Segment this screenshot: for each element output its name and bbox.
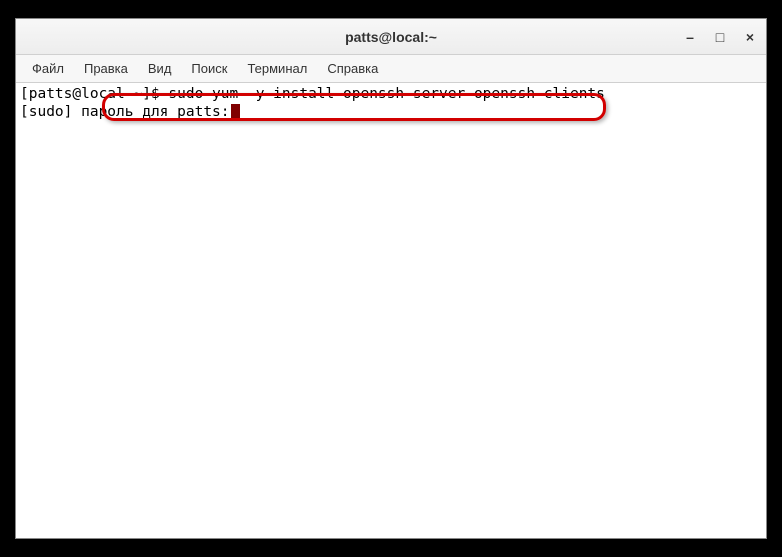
close-button[interactable]: ×: [742, 29, 758, 45]
menu-help[interactable]: Справка: [319, 57, 386, 80]
terminal-line-2: [sudo] пароль для patts:: [20, 103, 762, 121]
menu-view[interactable]: Вид: [140, 57, 180, 80]
menubar: Файл Правка Вид Поиск Терминал Справка: [16, 55, 766, 83]
menu-file[interactable]: Файл: [24, 57, 72, 80]
menu-search[interactable]: Поиск: [183, 57, 235, 80]
minimize-button[interactable]: –: [682, 29, 698, 45]
terminal-body[interactable]: [patts@local ~]$ sudo yum -y install ope…: [16, 83, 766, 538]
maximize-button[interactable]: □: [712, 29, 728, 45]
sudo-prefix: [sudo]: [20, 103, 81, 121]
menu-edit[interactable]: Правка: [76, 57, 136, 80]
terminal-line-1: [patts@local ~]$ sudo yum -y install ope…: [20, 85, 762, 103]
menu-terminal[interactable]: Терминал: [239, 57, 315, 80]
window-controls: – □ ×: [682, 19, 758, 54]
window-title: patts@local:~: [345, 29, 437, 45]
titlebar: patts@local:~ – □ ×: [16, 19, 766, 55]
cursor-icon: [231, 104, 240, 120]
terminal-window: patts@local:~ – □ × Файл Правка Вид Поис…: [15, 18, 767, 539]
password-prompt: пароль для patts:: [81, 103, 229, 121]
